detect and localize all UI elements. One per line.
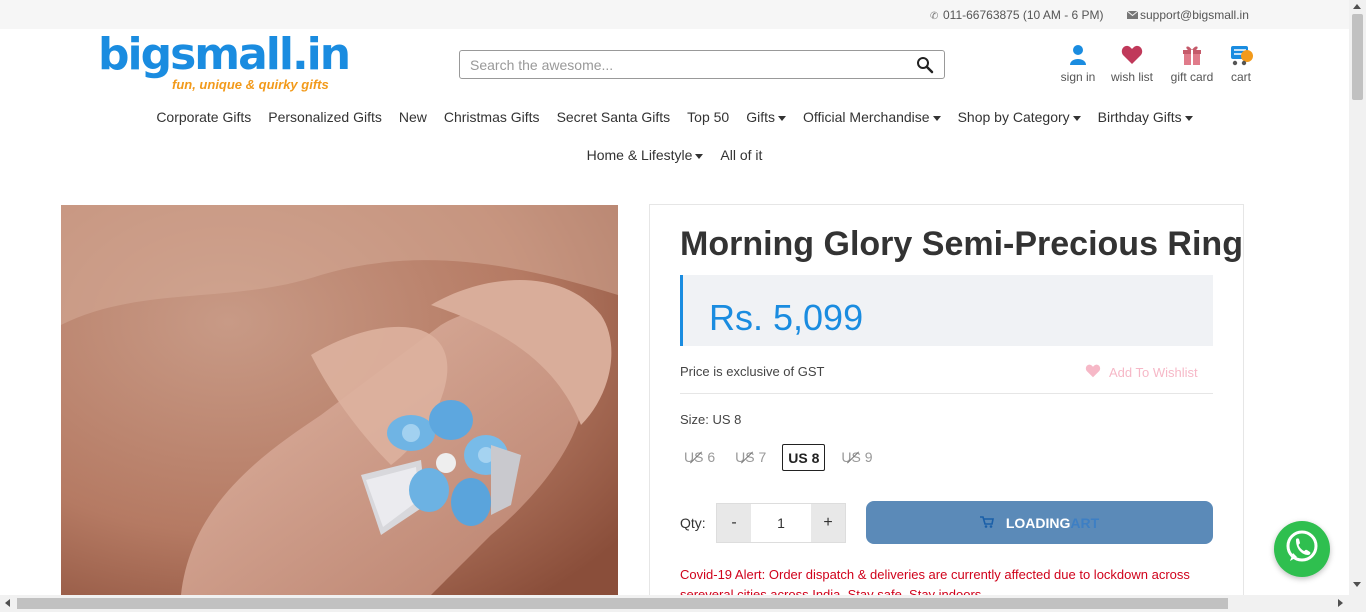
add-to-cart-button[interactable]: LOADINGART [866, 501, 1213, 544]
nav-row-2: Home & Lifestyle All of it [0, 138, 1349, 172]
scroll-left-icon[interactable] [5, 599, 10, 607]
cart-label: cart [1230, 70, 1251, 84]
nav-gifts[interactable]: Gifts [746, 109, 786, 125]
ring-photo [61, 205, 618, 595]
nav-label: Personalized Gifts [268, 109, 382, 125]
scroll-right-icon[interactable] [1338, 599, 1343, 607]
cart-link[interactable]: cart [1211, 44, 1271, 84]
top-bar: ✆ 011-66763875 (10 AM - 6 PM) support@big… [0, 0, 1349, 29]
product-details-panel: Morning Glory Semi-Precious Ring Rs. 5,0… [649, 204, 1244, 612]
caret-down-icon [778, 115, 786, 121]
caret-down-icon [932, 115, 941, 121]
nav-label: Corporate Gifts [156, 109, 252, 125]
nav-shop-by-category[interactable]: Shop by Category [958, 109, 1081, 125]
cart-button-label-faded: ART [1070, 514, 1100, 531]
nav-christmas-gifts[interactable]: Christmas Gifts [444, 109, 540, 125]
whatsapp-icon [1284, 529, 1320, 570]
nav-label: Shop by Category [957, 109, 1070, 125]
nav-corporate-gifts[interactable]: Corporate Gifts [156, 109, 251, 125]
nav-label: Official Merchandise [803, 109, 930, 125]
vertical-scrollbar-thumb[interactable] [1352, 14, 1363, 100]
nav-label: Birthday Gifts [1097, 109, 1182, 125]
nav-label: Home & Lifestyle [586, 147, 693, 163]
add-to-wishlist-button[interactable]: Add To Wishlist [1085, 364, 1198, 381]
nav-official-merchandise[interactable]: Official Merchandise [803, 109, 941, 125]
size-option-us-7[interactable]: US 7 [731, 444, 770, 471]
wish-list-link[interactable]: wish list [1102, 44, 1162, 84]
user-icon [1048, 44, 1108, 66]
price-box: Rs. 5,099 [680, 275, 1213, 346]
product-title: Morning Glory Semi-Precious Ring [680, 225, 1243, 263]
nav-personalized-gifts[interactable]: Personalized Gifts [268, 109, 382, 125]
gst-note: Price is exclusive of GST [680, 364, 825, 379]
size-label: Size: US 8 [680, 412, 742, 427]
caret-down-icon [1072, 115, 1081, 121]
whatsapp-chat-button[interactable] [1274, 521, 1330, 577]
envelope-icon [1126, 10, 1139, 22]
nav-row-1: Corporate Gifts Personalized Gifts New C… [0, 100, 1349, 134]
product-image[interactable] [61, 205, 618, 595]
nav-label: Christmas Gifts [443, 109, 540, 125]
nav-label: Secret Santa Gifts [556, 109, 671, 125]
site-logo[interactable]: bigsmall.in fun, unique & quirky gifts [98, 29, 351, 93]
quantity-input[interactable]: 1 [751, 504, 811, 542]
nav-label: Gifts [746, 109, 775, 125]
nav-label: New [398, 109, 427, 125]
sign-in-label: sign in [1060, 70, 1096, 84]
vertical-scrollbar[interactable] [1349, 0, 1366, 612]
heart-icon [1085, 364, 1101, 381]
contact-phone[interactable]: ✆ 011-66763875 (10 AM - 6 PM) [930, 8, 1104, 22]
logo-wordmark: bigsmall.in [98, 29, 351, 80]
nav-top-50[interactable]: Top 50 [687, 109, 729, 125]
nav-label: All of it [720, 147, 763, 163]
nav-all-of-it[interactable]: All of it [720, 147, 762, 163]
cart-button-label: LOADING [1005, 514, 1071, 531]
wish-list-label: wish list [1110, 70, 1153, 84]
caret-down-icon [1184, 115, 1193, 121]
nav-birthday-gifts[interactable]: Birthday Gifts [1098, 109, 1193, 125]
quantity-increase-button[interactable]: + [811, 504, 845, 542]
search-icon[interactable] [916, 56, 934, 74]
horizontal-scrollbar-thumb[interactable] [17, 598, 1228, 609]
size-options: US 6 US 7 US 8 US 9 [680, 444, 877, 471]
quantity-stepper: - 1 + [716, 503, 846, 543]
sign-in-link[interactable]: sign in [1048, 44, 1108, 84]
size-option-us-8[interactable]: US 8 [782, 444, 826, 471]
caret-down-icon [695, 153, 704, 159]
wishlist-label: Add To Wishlist [1109, 365, 1198, 380]
cart-icon [979, 515, 994, 531]
contact-email[interactable]: support@bigsmall.in [1126, 8, 1249, 22]
nav-new[interactable]: New [399, 109, 427, 125]
horizontal-scrollbar[interactable] [0, 595, 1349, 612]
size-option-us-9[interactable]: US 9 [837, 444, 876, 471]
search-input[interactable] [460, 51, 900, 78]
divider [680, 393, 1213, 394]
email-text: support@bigsmall.in [1140, 8, 1249, 22]
search-bar [459, 50, 945, 79]
nav-home-lifestyle[interactable]: Home & Lifestyle [587, 147, 704, 163]
scroll-down-icon[interactable] [1353, 582, 1361, 587]
cart-icon [1211, 44, 1271, 66]
logo-tagline: fun, unique & quirky gifts [172, 77, 329, 92]
size-option-us-6[interactable]: US 6 [680, 444, 719, 471]
scroll-up-icon[interactable] [1353, 4, 1361, 9]
quantity-decrease-button[interactable]: - [717, 504, 751, 542]
phone-text: 011-66763875 (10 AM - 6 PM) [943, 8, 1104, 22]
nav-label: Top 50 [687, 109, 730, 125]
product-price: Rs. 5,099 [709, 297, 864, 338]
nav-secret-santa-gifts[interactable]: Secret Santa Gifts [557, 109, 671, 125]
heart-icon [1102, 44, 1162, 66]
phone-icon: ✆ [930, 11, 939, 22]
quantity-label: Qty: [680, 515, 706, 531]
